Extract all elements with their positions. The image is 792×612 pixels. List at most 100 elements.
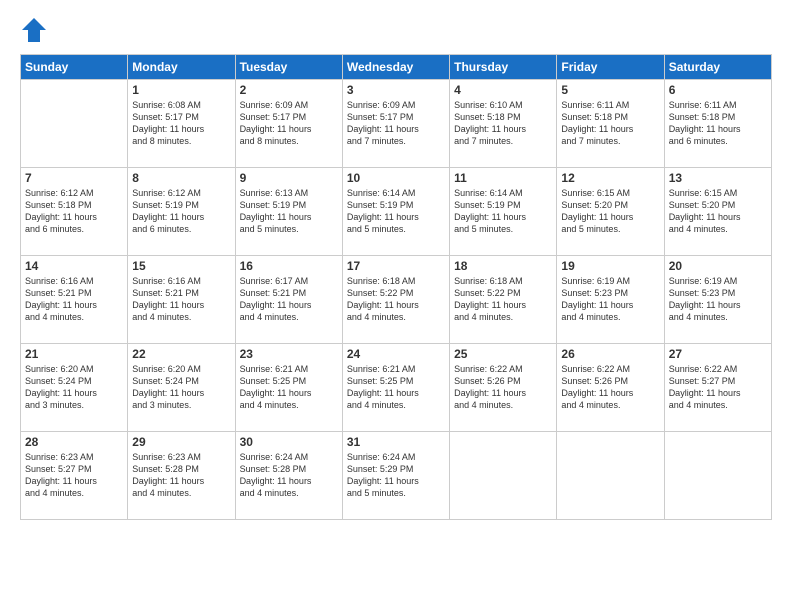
day-number: 31 <box>347 435 445 449</box>
calendar-cell: 23 Sunrise: 6:21 AM Sunset: 5:25 PM Dayli… <box>235 344 342 432</box>
logo-icon <box>20 16 48 44</box>
day-number: 9 <box>240 171 338 185</box>
calendar-cell: 22Sunrise: 6:20 AM Sunset: 5:24 PM Dayli… <box>128 344 235 432</box>
cell-info: Sunrise: 6:15 AM Sunset: 5:20 PM Dayligh… <box>669 187 767 236</box>
header-day-friday: Friday <box>557 55 664 80</box>
day-number: 28 <box>25 435 123 449</box>
cell-info: Sunrise: 6:09 AM Sunset: 5:17 PM Dayligh… <box>347 99 445 148</box>
day-number: 27 <box>669 347 767 361</box>
cell-info: Sunrise: 6:15 AM Sunset: 5:20 PM Dayligh… <box>561 187 659 236</box>
cell-info: Sunrise: 6:19 AM Sunset: 5:23 PM Dayligh… <box>561 275 659 324</box>
day-number: 6 <box>669 83 767 97</box>
cell-info: Sunrise: 6:09 AM Sunset: 5:17 PM Dayligh… <box>240 99 338 148</box>
cell-info: Sunrise: 6:10 AM Sunset: 5:18 PM Dayligh… <box>454 99 552 148</box>
cell-info: Sunrise: 6:19 AM Sunset: 5:23 PM Dayligh… <box>669 275 767 324</box>
day-number: 14 <box>25 259 123 273</box>
week-row-0: 1Sunrise: 6:08 AM Sunset: 5:17 PM Daylig… <box>21 80 772 168</box>
cell-info: Sunrise: 6:13 AM Sunset: 5:19 PM Dayligh… <box>240 187 338 236</box>
calendar-cell: 13Sunrise: 6:15 AM Sunset: 5:20 PM Dayli… <box>664 168 771 256</box>
calendar-cell: 27 Sunrise: 6:22 AM Sunset: 5:27 PM Dayli… <box>664 344 771 432</box>
calendar-cell: 31 Sunrise: 6:24 AM Sunset: 5:29 PM Dayli… <box>342 432 449 520</box>
cell-info: Sunrise: 6:17 AM Sunset: 5:21 PM Dayligh… <box>240 275 338 324</box>
header-day-wednesday: Wednesday <box>342 55 449 80</box>
cell-info: Sunrise: 6:24 AM Sunset: 5:28 PM Dayligh… <box>240 451 338 500</box>
calendar-cell: 21 Sunrise: 6:20 AM Sunset: 5:24 PM Dayli… <box>21 344 128 432</box>
cell-info: Sunrise: 6:14 AM Sunset: 5:19 PM Dayligh… <box>454 187 552 236</box>
calendar-cell: 7 Sunrise: 6:12 AM Sunset: 5:18 PM Daylig… <box>21 168 128 256</box>
header <box>20 16 772 44</box>
calendar-cell <box>21 80 128 168</box>
cell-info: Sunrise: 6:22 AM Sunset: 5:27 PM Dayligh… <box>669 363 767 412</box>
logo <box>20 16 52 44</box>
calendar-cell <box>557 432 664 520</box>
calendar-cell: 16Sunrise: 6:17 AM Sunset: 5:21 PM Dayli… <box>235 256 342 344</box>
cell-info: Sunrise: 6:12 AM Sunset: 5:19 PM Dayligh… <box>132 187 230 236</box>
cell-info: Sunrise: 6:24 AM Sunset: 5:29 PM Dayligh… <box>347 451 445 500</box>
cell-info: Sunrise: 6:23 AM Sunset: 5:27 PM Dayligh… <box>25 451 123 500</box>
week-row-3: 21 Sunrise: 6:20 AM Sunset: 5:24 PM Dayli… <box>21 344 772 432</box>
cell-info: Sunrise: 6:21 AM Sunset: 5:25 PM Dayligh… <box>240 363 338 412</box>
calendar-cell: 17Sunrise: 6:18 AM Sunset: 5:22 PM Dayli… <box>342 256 449 344</box>
calendar-body: 1Sunrise: 6:08 AM Sunset: 5:17 PM Daylig… <box>21 80 772 520</box>
day-number: 30 <box>240 435 338 449</box>
calendar-cell: 3Sunrise: 6:09 AM Sunset: 5:17 PM Daylig… <box>342 80 449 168</box>
day-number: 11 <box>454 171 552 185</box>
day-number: 19 <box>561 259 659 273</box>
calendar-cell: 1Sunrise: 6:08 AM Sunset: 5:17 PM Daylig… <box>128 80 235 168</box>
calendar-cell: 19 Sunrise: 6:19 AM Sunset: 5:23 PM Dayli… <box>557 256 664 344</box>
day-number: 21 <box>25 347 123 361</box>
day-number: 5 <box>561 83 659 97</box>
day-number: 15 <box>132 259 230 273</box>
calendar-cell: 8 Sunrise: 6:12 AM Sunset: 5:19 PM Daylig… <box>128 168 235 256</box>
day-number: 17 <box>347 259 445 273</box>
calendar-cell: 24 Sunrise: 6:21 AM Sunset: 5:25 PM Dayli… <box>342 344 449 432</box>
cell-info: Sunrise: 6:16 AM Sunset: 5:21 PM Dayligh… <box>25 275 123 324</box>
cell-info: Sunrise: 6:18 AM Sunset: 5:22 PM Dayligh… <box>454 275 552 324</box>
header-day-sunday: Sunday <box>21 55 128 80</box>
day-number: 4 <box>454 83 552 97</box>
day-number: 8 <box>132 171 230 185</box>
header-day-thursday: Thursday <box>450 55 557 80</box>
day-number: 10 <box>347 171 445 185</box>
calendar-cell: 28 Sunrise: 6:23 AM Sunset: 5:27 PM Dayli… <box>21 432 128 520</box>
day-number: 23 <box>240 347 338 361</box>
cell-info: Sunrise: 6:11 AM Sunset: 5:18 PM Dayligh… <box>669 99 767 148</box>
day-number: 12 <box>561 171 659 185</box>
calendar-cell: 25Sunrise: 6:22 AM Sunset: 5:26 PM Dayli… <box>450 344 557 432</box>
day-number: 1 <box>132 83 230 97</box>
cell-info: Sunrise: 6:14 AM Sunset: 5:19 PM Dayligh… <box>347 187 445 236</box>
header-day-tuesday: Tuesday <box>235 55 342 80</box>
cell-info: Sunrise: 6:21 AM Sunset: 5:25 PM Dayligh… <box>347 363 445 412</box>
header-day-monday: Monday <box>128 55 235 80</box>
calendar-cell: 26Sunrise: 6:22 AM Sunset: 5:26 PM Dayli… <box>557 344 664 432</box>
calendar-cell: 14 Sunrise: 6:16 AM Sunset: 5:21 PM Dayli… <box>21 256 128 344</box>
week-row-4: 28 Sunrise: 6:23 AM Sunset: 5:27 PM Dayli… <box>21 432 772 520</box>
day-number: 24 <box>347 347 445 361</box>
day-number: 18 <box>454 259 552 273</box>
calendar-cell: 29Sunrise: 6:23 AM Sunset: 5:28 PM Dayli… <box>128 432 235 520</box>
day-number: 7 <box>25 171 123 185</box>
calendar-cell: 30 Sunrise: 6:24 AM Sunset: 5:28 PM Dayli… <box>235 432 342 520</box>
cell-info: Sunrise: 6:11 AM Sunset: 5:18 PM Dayligh… <box>561 99 659 148</box>
header-day-saturday: Saturday <box>664 55 771 80</box>
page: SundayMondayTuesdayWednesdayThursdayFrid… <box>0 0 792 612</box>
day-number: 2 <box>240 83 338 97</box>
cell-info: Sunrise: 6:22 AM Sunset: 5:26 PM Dayligh… <box>561 363 659 412</box>
calendar-cell: 15Sunrise: 6:16 AM Sunset: 5:21 PM Dayli… <box>128 256 235 344</box>
calendar-cell: 20Sunrise: 6:19 AM Sunset: 5:23 PM Dayli… <box>664 256 771 344</box>
calendar-cell: 10 Sunrise: 6:14 AM Sunset: 5:19 PM Dayli… <box>342 168 449 256</box>
calendar-cell: 5 Sunrise: 6:11 AM Sunset: 5:18 PM Daylig… <box>557 80 664 168</box>
calendar-header: SundayMondayTuesdayWednesdayThursdayFrid… <box>21 55 772 80</box>
calendar-cell: 12 Sunrise: 6:15 AM Sunset: 5:20 PM Dayli… <box>557 168 664 256</box>
day-number: 25 <box>454 347 552 361</box>
cell-info: Sunrise: 6:12 AM Sunset: 5:18 PM Dayligh… <box>25 187 123 236</box>
header-row: SundayMondayTuesdayWednesdayThursdayFrid… <box>21 55 772 80</box>
calendar-cell <box>664 432 771 520</box>
calendar-cell: 18 Sunrise: 6:18 AM Sunset: 5:22 PM Dayli… <box>450 256 557 344</box>
calendar-cell <box>450 432 557 520</box>
calendar: SundayMondayTuesdayWednesdayThursdayFrid… <box>20 54 772 520</box>
calendar-cell: 9 Sunrise: 6:13 AM Sunset: 5:19 PM Daylig… <box>235 168 342 256</box>
calendar-cell: 6 Sunrise: 6:11 AM Sunset: 5:18 PM Daylig… <box>664 80 771 168</box>
calendar-cell: 2 Sunrise: 6:09 AM Sunset: 5:17 PM Daylig… <box>235 80 342 168</box>
cell-info: Sunrise: 6:20 AM Sunset: 5:24 PM Dayligh… <box>25 363 123 412</box>
